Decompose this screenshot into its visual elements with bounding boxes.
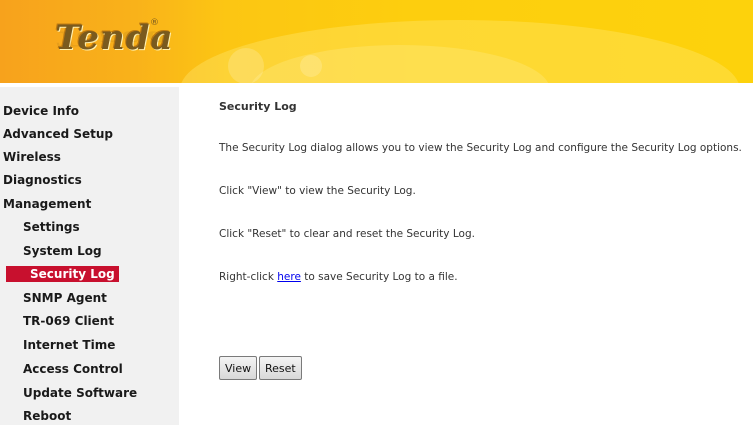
- header-decoration: [228, 48, 264, 83]
- view-hint-text: Click "View" to view the Security Log.: [219, 185, 416, 197]
- brand-logo-reflection: Tenda: [55, 26, 169, 50]
- sidebar-item-security-log[interactable]: Security Log: [6, 266, 119, 282]
- sidebar-item-system-log[interactable]: System Log: [0, 242, 102, 260]
- page-description: The Security Log dialog allows you to vi…: [219, 142, 742, 154]
- sidebar-item-settings[interactable]: Settings: [0, 218, 80, 236]
- view-button[interactable]: View: [219, 356, 258, 380]
- sidebar-item-snmp-agent[interactable]: SNMP Agent: [0, 289, 107, 307]
- sidebar-item-management[interactable]: Management: [0, 195, 91, 213]
- sidebar-item-advanced-setup[interactable]: Advanced Setup: [0, 125, 113, 143]
- sidebar-item-device-info[interactable]: Device Info: [0, 102, 79, 120]
- registered-mark: ®: [150, 18, 159, 28]
- reset-hint-text: Click "Reset" to clear and reset the Sec…: [219, 228, 475, 240]
- save-log-text: Right-click here to save Security Log to…: [219, 271, 458, 283]
- sidebar-item-reboot[interactable]: Reboot: [0, 407, 71, 425]
- reset-button[interactable]: Reset: [259, 356, 302, 380]
- page-title: Security Log: [219, 100, 297, 113]
- sidebar-nav: Device Info Advanced Setup Wireless Diag…: [0, 87, 179, 425]
- sidebar-item-update-software[interactable]: Update Software: [0, 384, 137, 402]
- save-log-suffix: to save Security Log to a file.: [300, 271, 458, 283]
- save-log-link[interactable]: here: [277, 271, 301, 283]
- header-banner: Tenda Tenda ®: [0, 0, 753, 83]
- sidebar-item-diagnostics[interactable]: Diagnostics: [0, 171, 82, 189]
- sidebar-item-access-control[interactable]: Access Control: [0, 360, 123, 378]
- sidebar-item-internet-time[interactable]: Internet Time: [0, 336, 115, 354]
- sidebar-item-tr069-client[interactable]: TR-069 Client: [0, 312, 114, 330]
- sidebar-item-wireless[interactable]: Wireless: [0, 148, 61, 166]
- save-log-prefix: Right-click: [219, 271, 278, 283]
- header-decoration: [300, 55, 322, 77]
